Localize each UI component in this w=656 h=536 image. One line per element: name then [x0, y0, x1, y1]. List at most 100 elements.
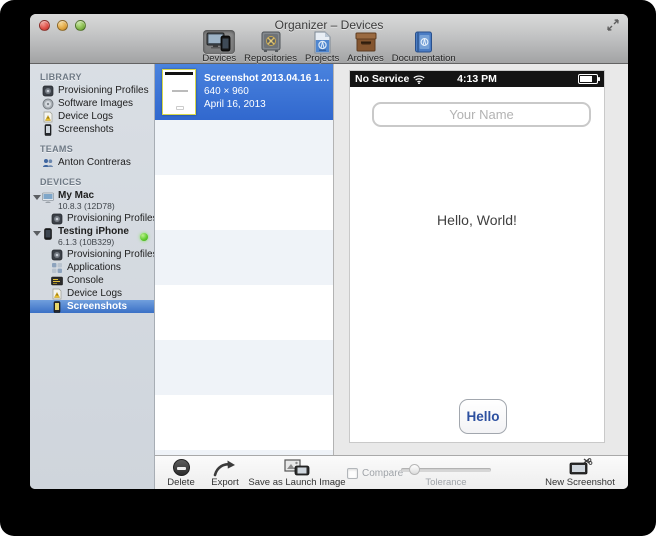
screenshot-stage: Organizer – Devices	[0, 0, 656, 536]
sidebar-item-label: Applications	[67, 262, 121, 273]
toolbar-item-projects[interactable]: Projects	[305, 30, 339, 64]
sidebar-item-label: Software Images	[58, 98, 133, 109]
delete-button[interactable]: Delete	[160, 456, 202, 489]
screenshot-metadata: Screenshot 2013.04.16 16.13... 640 × 960…	[204, 73, 330, 110]
toolbar-label: Devices	[202, 54, 236, 64]
sidebar-item-team-anton-contreras[interactable]: Anton Contreras	[30, 156, 154, 169]
sidebar-item-label: Screenshots	[67, 301, 127, 312]
disclosure-triangle-icon[interactable]	[33, 195, 41, 200]
export-button[interactable]: Export	[203, 456, 247, 489]
toolbar-item-repositories[interactable]: Repositories	[244, 30, 297, 64]
archives-icon	[350, 30, 382, 54]
compare-label: Compare	[362, 468, 403, 479]
applications-icon	[51, 262, 63, 274]
save-launch-image-icon	[284, 459, 310, 477]
delete-label: Delete	[167, 477, 194, 488]
imac-icon	[42, 192, 54, 204]
software-images-icon	[42, 98, 54, 110]
sidebar-item-device-logs[interactable]: Device Logs	[30, 110, 154, 123]
save-as-launch-image-button[interactable]: Save as Launch Image	[249, 456, 345, 489]
iphone-icon	[42, 228, 54, 240]
console-icon	[51, 275, 63, 287]
save-as-launch-image-label: Save as Launch Image	[248, 477, 345, 488]
organizer-window: Organizer – Devices	[30, 14, 628, 489]
tolerance-slider[interactable]	[401, 468, 491, 472]
sidebar-item-label: Console	[67, 275, 104, 286]
sidebar-item-label: Provisioning Profiles	[67, 213, 154, 224]
sidebar-item-label: Provisioning Profiles	[67, 249, 154, 260]
export-label: Export	[211, 477, 238, 488]
provisioning-profiles-icon	[42, 85, 54, 97]
toolbar-item-devices[interactable]: Devices	[202, 30, 236, 64]
device-os-version: 10.8.3 (12D78)	[58, 201, 115, 211]
list-stripes	[155, 120, 333, 455]
main-toolbar: Devices Repositorie	[30, 33, 628, 64]
sidebar-item-mac-provisioning-profiles[interactable]: Provisioning Profiles	[30, 212, 154, 225]
sidebar: LIBRARY Provisioning Profiles Software I…	[30, 64, 155, 489]
toolbar-label: Repositories	[244, 54, 297, 64]
documentation-icon	[408, 30, 440, 54]
screenshot-date: April 16, 2013	[204, 99, 330, 110]
screenshots-icon	[51, 301, 63, 313]
toolbar-item-documentation[interactable]: Documentation	[392, 30, 456, 64]
sidebar-item-iphone-screenshots[interactable]: Screenshots	[30, 300, 154, 313]
window-chrome: Organizer – Devices	[30, 14, 628, 64]
export-arrow-icon	[213, 459, 237, 477]
toolbar-item-archives[interactable]: Archives	[347, 30, 383, 64]
tolerance-label: Tolerance	[401, 477, 491, 488]
iphone-status-bar: No Service 4:13 PM	[350, 71, 604, 87]
provisioning-profiles-icon	[51, 249, 63, 261]
sidebar-item-iphone-provisioning-profiles[interactable]: Provisioning Profiles	[30, 248, 154, 261]
device-logs-icon	[51, 288, 63, 300]
screenshot-list: Screenshot 2013.04.16 16.13... 640 × 960…	[155, 64, 333, 455]
slider-thumb[interactable]	[409, 464, 420, 475]
toolbar-label: Archives	[347, 54, 383, 64]
hello-world-text: Hello, World!	[350, 212, 604, 228]
sidebar-header-library: LIBRARY	[30, 70, 154, 84]
disclosure-triangle-icon[interactable]	[33, 231, 41, 236]
provisioning-profiles-icon	[51, 213, 63, 225]
sidebar-item-label: Device Logs	[58, 111, 113, 122]
sidebar-item-label: Screenshots	[58, 124, 114, 135]
repositories-icon	[255, 30, 287, 54]
device-os-version: 6.1.3 (10B329)	[58, 237, 129, 247]
sidebar-item-software-images[interactable]: Software Images	[30, 97, 154, 110]
sidebar-header-teams: TEAMS	[30, 142, 154, 156]
preview-pane: No Service 4:13 PM	[333, 64, 628, 455]
screenshot-list-item[interactable]: Screenshot 2013.04.16 16.13... 640 × 960…	[155, 64, 333, 120]
sidebar-item-iphone-console[interactable]: Console	[30, 274, 154, 287]
toolbar-label: Documentation	[392, 54, 456, 64]
device-name: Testing iPhone	[58, 227, 129, 237]
fullscreen-icon[interactable]	[606, 18, 620, 32]
compare-checkbox[interactable]	[347, 468, 358, 479]
sidebar-item-label: Provisioning Profiles	[58, 85, 149, 96]
screenshot-dimensions: 640 × 960	[204, 86, 330, 97]
device-name: My Mac	[58, 191, 115, 201]
sidebar-item-label: Device Logs	[67, 288, 122, 299]
new-screenshot-label: New Screenshot	[545, 477, 615, 488]
status-bar-time: 4:13 PM	[350, 73, 604, 85]
sidebar-device-my-mac[interactable]: My Mac 10.8.3 (12D78)	[30, 189, 154, 212]
screenshot-thumbnail	[162, 69, 196, 115]
content-area: LIBRARY Provisioning Profiles Software I…	[30, 64, 628, 489]
team-icon	[42, 157, 54, 169]
sidebar-item-label: Anton Contreras	[58, 157, 131, 168]
sidebar-item-screenshots-library[interactable]: Screenshots	[30, 123, 154, 136]
new-screenshot-icon	[567, 458, 593, 476]
new-screenshot-button[interactable]: New Screenshot	[538, 456, 622, 489]
sidebar-device-testing-iphone[interactable]: Testing iPhone 6.1.3 (10B329)	[30, 225, 154, 248]
screenshots-icon	[42, 124, 54, 136]
projects-icon	[306, 30, 338, 54]
device-connected-status-dot	[140, 233, 148, 241]
sidebar-header-devices: DEVICES	[30, 175, 154, 189]
sidebar-item-iphone-device-logs[interactable]: Device Logs	[30, 287, 154, 300]
toolbar-label: Projects	[305, 54, 339, 64]
sidebar-item-iphone-applications[interactable]: Applications	[30, 261, 154, 274]
your-name-field	[372, 102, 591, 127]
battery-icon	[578, 74, 600, 84]
hello-button: Hello	[459, 399, 507, 434]
iphone-screenshot-preview: No Service 4:13 PM	[349, 70, 605, 443]
sidebar-item-provisioning-profiles[interactable]: Provisioning Profiles	[30, 84, 154, 97]
screenshot-title: Screenshot 2013.04.16 16.13...	[204, 73, 330, 84]
delete-icon	[173, 459, 190, 476]
